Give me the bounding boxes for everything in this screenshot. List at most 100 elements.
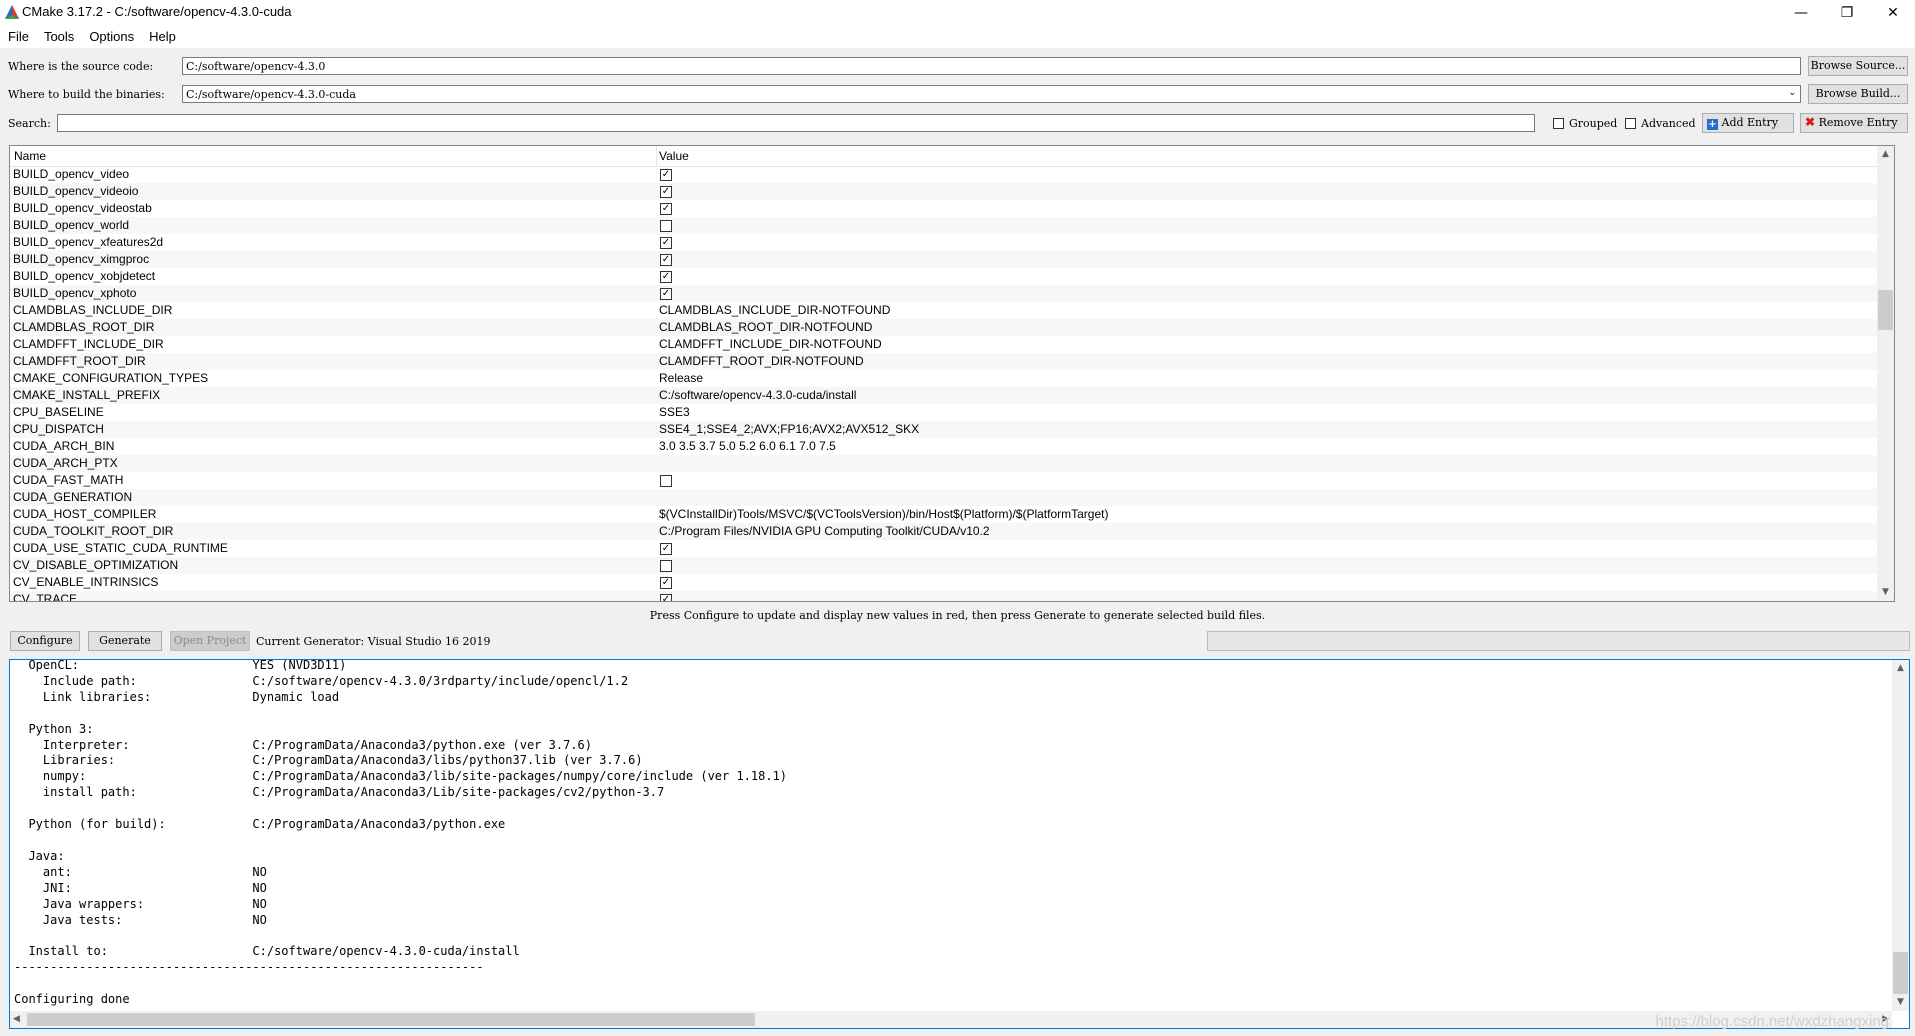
table-row[interactable]: BUILD_opencv_videostab ✓ (10, 200, 1894, 217)
table-row[interactable]: CMAKE_INSTALL_PREFIX C:/software/opencv-4… (10, 387, 1894, 404)
search-input[interactable] (57, 114, 1535, 132)
scroll-thumb[interactable] (1893, 952, 1908, 994)
cache-entry-value[interactable]: C:/software/opencv-4.3.0-cuda/install (659, 387, 856, 404)
checked-checkbox[interactable]: ✓ (660, 543, 672, 555)
table-row[interactable]: CUDA_GENERATION (10, 489, 1894, 506)
table-row[interactable]: BUILD_opencv_xobjdetect ✓ (10, 268, 1894, 285)
menu-bar: File Tools Options Help (0, 26, 1915, 48)
checked-checkbox[interactable]: ✓ (660, 271, 672, 283)
cache-entry-name: CMAKE_INSTALL_PREFIX (13, 388, 161, 402)
cache-entry-name: CUDA_ARCH_PTX (13, 456, 118, 470)
cache-entry-value[interactable]: CLAMDBLAS_INCLUDE_DIR-NOTFOUND (659, 302, 890, 319)
advanced-checkbox[interactable] (1625, 118, 1636, 129)
cache-entry-name: CMAKE_CONFIGURATION_TYPES (13, 371, 209, 385)
build-path-combobox[interactable]: C:/software/opencv-4.3.0-cuda ⌄ (182, 85, 1801, 103)
menu-help[interactable]: Help (141, 26, 183, 46)
cache-entry-name: BUILD_opencv_video (13, 167, 130, 181)
table-vertical-scrollbar[interactable]: ▲ ▼ (1877, 146, 1894, 601)
table-row[interactable]: BUILD_opencv_videoio ✓ (10, 183, 1894, 200)
source-path-input[interactable]: C:/software/opencv-4.3.0 (182, 57, 1801, 75)
cache-entry-value[interactable]: 3.0 3.5 3.7 5.0 5.2 6.0 6.1 7.0 7.5 (659, 438, 836, 455)
table-row[interactable]: BUILD_opencv_video ✓ (10, 166, 1894, 183)
column-header-name[interactable]: Name (14, 149, 46, 163)
checked-checkbox[interactable]: ✓ (660, 237, 672, 249)
close-button[interactable]: ✕ (1870, 0, 1915, 26)
table-row[interactable]: CUDA_USE_STATIC_CUDA_RUNTIME ✓ (10, 540, 1894, 557)
cache-entry-value[interactable]: $(VCInstallDir)Tools/MSVC/$(VCToolsVersi… (659, 506, 1108, 523)
table-row[interactable]: CLAMDBLAS_ROOT_DIR CLAMDBLAS_ROOT_DIR-NOT… (10, 319, 1894, 336)
scroll-left-arrow-icon[interactable]: ◀ (13, 1011, 20, 1028)
table-row[interactable]: CPU_BASELINE SSE3 (10, 404, 1894, 421)
generate-button[interactable]: Generate (88, 631, 162, 651)
table-row[interactable]: CPU_DISPATCH SSE4_1;SSE4_2;AVX;FP16;AVX2;… (10, 421, 1894, 438)
output-line: JNI: NO (14, 880, 267, 895)
cache-entry-name: BUILD_opencv_world (13, 218, 130, 232)
cache-entry-name: CUDA_FAST_MATH (13, 473, 124, 487)
cache-entry-value[interactable]: CLAMDBLAS_ROOT_DIR-NOTFOUND (659, 319, 872, 336)
browse-source-button[interactable]: Browse Source... (1808, 56, 1908, 76)
menu-file[interactable]: File (0, 26, 36, 46)
table-row[interactable]: BUILD_opencv_xfeatures2d ✓ (10, 234, 1894, 251)
scroll-down-arrow-icon[interactable]: ▼ (1892, 994, 1909, 1011)
unchecked-checkbox[interactable] (660, 475, 672, 487)
restore-button[interactable]: ❐ (1824, 0, 1870, 26)
add-entry-button[interactable]: + Add Entry (1702, 113, 1794, 133)
output-line: Java tests: NO (14, 912, 267, 927)
checked-checkbox[interactable]: ✓ (660, 288, 672, 300)
unchecked-checkbox[interactable] (660, 220, 672, 232)
browse-build-button[interactable]: Browse Build... (1808, 84, 1908, 104)
scroll-up-arrow-icon[interactable]: ▲ (1877, 146, 1894, 163)
output-vertical-scrollbar[interactable]: ▲ ▼ (1892, 660, 1909, 1011)
table-row[interactable]: CMAKE_CONFIGURATION_TYPES Release (10, 370, 1894, 387)
column-header-value[interactable]: Value (659, 149, 689, 163)
table-row[interactable]: CUDA_ARCH_PTX (10, 455, 1894, 472)
cache-entry-value[interactable]: C:/Program Files/NVIDIA GPU Computing To… (659, 523, 990, 540)
cache-entry-name: CUDA_ARCH_BIN (13, 439, 115, 453)
table-row[interactable]: CUDA_HOST_COMPILER $(VCInstallDir)Tools/M… (10, 506, 1894, 523)
checked-checkbox[interactable]: ✓ (660, 254, 672, 266)
chevron-down-icon[interactable]: ⌄ (1788, 86, 1796, 101)
table-row[interactable]: CLAMDFFT_ROOT_DIR CLAMDFFT_ROOT_DIR-NOTFO… (10, 353, 1894, 370)
progress-bar (1207, 631, 1910, 651)
cache-entry-value[interactable]: SSE4_1;SSE4_2;AVX;FP16;AVX2;AVX512_SKX (659, 421, 919, 438)
cache-entry-name: CLAMDFFT_ROOT_DIR (13, 354, 146, 368)
table-row[interactable]: BUILD_opencv_ximgproc ✓ (10, 251, 1894, 268)
cache-entry-name: CLAMDBLAS_INCLUDE_DIR (13, 303, 173, 317)
table-row[interactable]: BUILD_opencv_world (10, 217, 1894, 234)
cache-entry-name: BUILD_opencv_xphoto (13, 286, 137, 300)
minimize-button[interactable]: — (1778, 0, 1824, 26)
output-log[interactable]: OpenCL: YES (NVD3D11) Include path: C:/s… (9, 659, 1910, 1029)
table-row[interactable]: CUDA_FAST_MATH (10, 472, 1894, 489)
scroll-thumb[interactable] (1878, 290, 1893, 330)
table-row[interactable]: CV_DISABLE_OPTIMIZATION (10, 557, 1894, 574)
column-separator (656, 146, 657, 166)
checked-checkbox[interactable]: ✓ (660, 594, 672, 601)
checked-checkbox[interactable]: ✓ (660, 577, 672, 589)
remove-entry-button[interactable]: ✖ Remove Entry (1800, 113, 1908, 133)
table-row[interactable]: CV_ENABLE_INTRINSICS ✓ (10, 574, 1894, 591)
cache-entry-value[interactable]: SSE3 (659, 404, 690, 421)
checked-checkbox[interactable]: ✓ (660, 203, 672, 215)
output-horizontal-scrollbar[interactable]: ◀ ▶ (10, 1011, 1892, 1028)
grouped-checkbox[interactable] (1553, 118, 1564, 129)
configure-button[interactable]: Configure (10, 631, 80, 651)
table-row[interactable]: CLAMDFFT_INCLUDE_DIR CLAMDFFT_INCLUDE_DIR… (10, 336, 1894, 353)
cache-entry-name: CLAMDBLAS_ROOT_DIR (13, 320, 155, 334)
table-row[interactable]: CV_TRACE ✓ (10, 591, 1894, 601)
unchecked-checkbox[interactable] (660, 560, 672, 572)
scroll-thumb[interactable] (27, 1013, 755, 1026)
cache-entry-value[interactable]: Release (659, 370, 703, 387)
open-project-button[interactable]: Open Project (170, 631, 250, 651)
table-row[interactable]: BUILD_opencv_xphoto ✓ (10, 285, 1894, 302)
cache-entry-value[interactable]: CLAMDFFT_ROOT_DIR-NOTFOUND (659, 353, 864, 370)
checked-checkbox[interactable]: ✓ (660, 169, 672, 181)
checked-checkbox[interactable]: ✓ (660, 186, 672, 198)
menu-options[interactable]: Options (81, 26, 141, 46)
table-row[interactable]: CUDA_ARCH_BIN 3.0 3.5 3.7 5.0 5.2 6.0 6.1… (10, 438, 1894, 455)
scroll-up-arrow-icon[interactable]: ▲ (1892, 660, 1909, 677)
table-row[interactable]: CLAMDBLAS_INCLUDE_DIR CLAMDBLAS_INCLUDE_D… (10, 302, 1894, 319)
table-row[interactable]: CUDA_TOOLKIT_ROOT_DIR C:/Program Files/NV… (10, 523, 1894, 540)
menu-tools[interactable]: Tools (36, 26, 81, 46)
scroll-down-arrow-icon[interactable]: ▼ (1877, 584, 1894, 601)
cache-entry-value[interactable]: CLAMDFFT_INCLUDE_DIR-NOTFOUND (659, 336, 882, 353)
